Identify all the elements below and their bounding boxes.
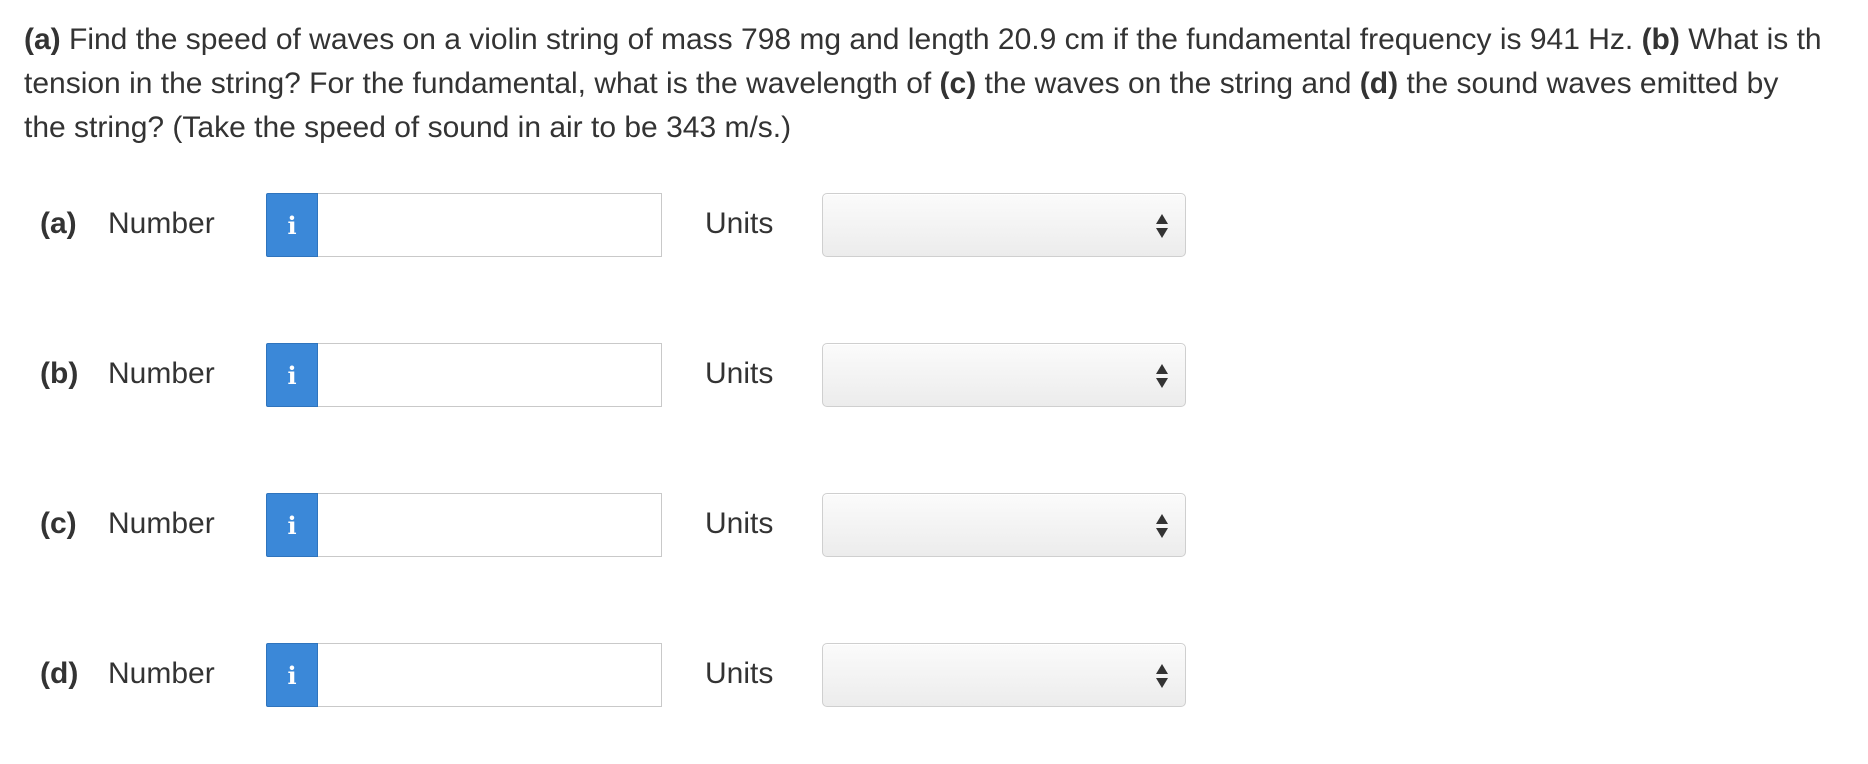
question-text-segment: What is th	[1679, 23, 1822, 56]
number-label: Number	[108, 207, 215, 240]
question-text-segment: Find the speed of waves on a violin stri…	[60, 23, 1642, 56]
question-line-1: (a) Find the speed of waves on a violin …	[24, 18, 1868, 62]
part-label: (a)	[40, 207, 77, 240]
part-d-marker: (d)	[1359, 67, 1399, 100]
units-select-d[interactable]	[822, 643, 1186, 707]
answer-row-d: (d) Number i Units	[0, 643, 1300, 709]
question-text-segment: tension in the string? For the fundament…	[24, 67, 940, 100]
number-input-a[interactable]	[318, 193, 662, 257]
question-text-segment: the sound waves emitted by	[1398, 67, 1779, 100]
units-label: Units	[705, 207, 774, 240]
answer-row-c: (c) Number i Units	[0, 493, 1300, 559]
units-label: Units	[705, 657, 774, 690]
number-input-d[interactable]	[318, 643, 662, 707]
info-icon[interactable]: i	[266, 193, 318, 257]
number-label: Number	[108, 357, 215, 390]
units-label: Units	[705, 357, 774, 390]
question-line-2: tension in the string? For the fundament…	[24, 62, 1868, 106]
info-icon[interactable]: i	[266, 343, 318, 407]
question-text: (a) Find the speed of waves on a violin …	[24, 18, 1868, 150]
answer-row-b: (b) Number i Units	[0, 343, 1300, 409]
question-text-segment: the waves on the string and	[976, 67, 1360, 100]
part-b-marker: (b)	[1641, 23, 1680, 56]
number-label: Number	[108, 657, 215, 690]
info-icon[interactable]: i	[266, 643, 318, 707]
units-select-b[interactable]	[822, 343, 1186, 407]
units-select-a[interactable]	[822, 193, 1186, 257]
part-label: (d)	[40, 657, 79, 690]
up-down-arrows-icon	[1156, 364, 1168, 388]
units-select-c[interactable]	[822, 493, 1186, 557]
part-c-marker: (c)	[939, 67, 977, 100]
number-label: Number	[108, 507, 215, 540]
part-a-marker: (a)	[24, 23, 61, 56]
part-label: (c)	[40, 507, 77, 540]
up-down-arrows-icon	[1156, 514, 1168, 538]
part-label: (b)	[40, 357, 79, 390]
question-text-segment: the string? (Take the speed of sound in …	[24, 111, 792, 144]
number-input-c[interactable]	[318, 493, 662, 557]
answer-row-a: (a) Number i Units	[0, 193, 1300, 259]
up-down-arrows-icon	[1156, 214, 1168, 238]
question-line-3: the string? (Take the speed of sound in …	[24, 106, 1868, 150]
info-icon[interactable]: i	[266, 493, 318, 557]
units-label: Units	[705, 507, 774, 540]
up-down-arrows-icon	[1156, 664, 1168, 688]
number-input-b[interactable]	[318, 343, 662, 407]
